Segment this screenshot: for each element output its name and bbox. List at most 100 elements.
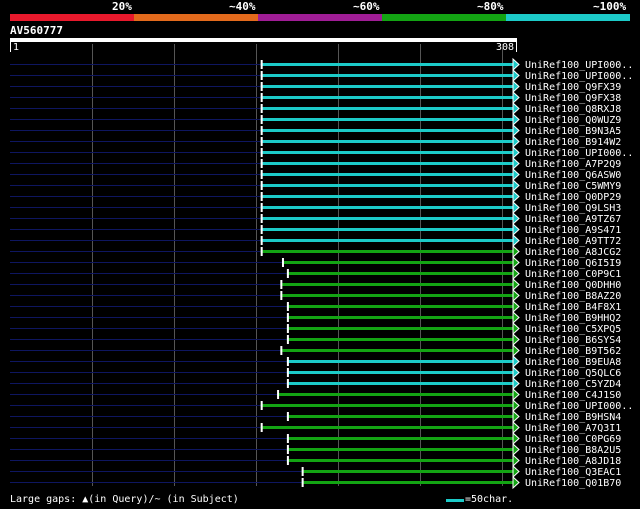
- hit-row[interactable]: UniRef100_UPI000..: [10, 68, 633, 83]
- hit-row[interactable]: UniRef100_Q6I5I9: [10, 255, 621, 270]
- hit-alignment-bar[interactable]: [260, 217, 513, 220]
- hit-label[interactable]: UniRef100_Q9FX39: [525, 82, 621, 93]
- hit-label[interactable]: UniRef100_A9TZ67: [525, 214, 621, 225]
- hit-alignment-bar[interactable]: [286, 316, 513, 319]
- hit-alignment-bar[interactable]: [281, 261, 513, 264]
- hit-alignment-bar[interactable]: [260, 85, 513, 88]
- hit-alignment-bar[interactable]: [301, 470, 513, 473]
- hit-alignment-bar[interactable]: [260, 74, 513, 77]
- hit-row[interactable]: UniRef100_Q9FX39: [10, 79, 621, 94]
- hit-row[interactable]: UniRef100_UPI000..: [10, 57, 633, 72]
- hit-label[interactable]: UniRef100_B8A2U5: [525, 445, 621, 456]
- hit-label[interactable]: UniRef100_Q01B70: [525, 478, 621, 489]
- hit-alignment-bar[interactable]: [260, 404, 513, 407]
- hit-alignment-bar[interactable]: [286, 382, 513, 385]
- hit-row[interactable]: UniRef100_C5YZD4: [10, 376, 621, 391]
- hit-row[interactable]: UniRef100_Q9FX38: [10, 90, 621, 105]
- hit-row[interactable]: UniRef100_Q0DHH0: [10, 277, 621, 292]
- hit-row[interactable]: UniRef100_B8A2U5: [10, 442, 621, 457]
- hit-row[interactable]: UniRef100_Q9LSH3: [10, 200, 621, 215]
- hit-alignment-bar[interactable]: [260, 173, 513, 176]
- hit-label[interactable]: UniRef100_Q6I5I9: [525, 258, 621, 269]
- hit-label[interactable]: UniRef100_A9TT72: [525, 236, 621, 247]
- hit-row[interactable]: UniRef100_A9TZ67: [10, 211, 621, 226]
- hit-label[interactable]: UniRef100_Q3EAC1: [525, 467, 621, 478]
- hit-row[interactable]: UniRef100_UPI000..: [10, 398, 633, 413]
- hit-row[interactable]: UniRef100_B9T562: [10, 343, 621, 358]
- hit-row[interactable]: UniRef100_A9S471: [10, 222, 621, 237]
- hit-alignment-bar[interactable]: [260, 151, 513, 154]
- hit-row[interactable]: UniRef100_C0P9C1: [10, 266, 621, 281]
- hit-label[interactable]: UniRef100_C0P9C1: [525, 269, 621, 280]
- hit-alignment-bar[interactable]: [260, 184, 513, 187]
- hit-label[interactable]: UniRef100_B9EUA8: [525, 357, 621, 368]
- hit-label[interactable]: UniRef100_Q0DHH0: [525, 280, 621, 291]
- hit-label[interactable]: UniRef100_Q9FX38: [525, 93, 621, 104]
- hit-label[interactable]: UniRef100_Q5QLC6: [525, 368, 621, 379]
- hit-alignment-bar[interactable]: [260, 129, 513, 132]
- hit-label[interactable]: UniRef100_UPI000..: [525, 401, 633, 412]
- hit-row[interactable]: UniRef100_C4J1S0: [10, 387, 621, 402]
- hit-label[interactable]: UniRef100_B9HSN4: [525, 412, 621, 423]
- hit-alignment-bar[interactable]: [260, 239, 513, 242]
- hit-row[interactable]: UniRef100_B4F8X1: [10, 299, 621, 314]
- hit-row[interactable]: UniRef100_C5WMY9: [10, 178, 621, 193]
- hit-label[interactable]: UniRef100_Q8RXJ8: [525, 104, 621, 115]
- hit-label[interactable]: UniRef100_A9S471: [525, 225, 621, 236]
- hit-label[interactable]: UniRef100_B9T562: [525, 346, 621, 357]
- hit-alignment-bar[interactable]: [286, 437, 513, 440]
- hit-label[interactable]: UniRef100_C5XPQ5: [525, 324, 621, 335]
- hit-alignment-bar[interactable]: [280, 349, 513, 352]
- hit-alignment-bar[interactable]: [260, 107, 513, 110]
- hit-label[interactable]: UniRef100_C5YZD4: [525, 379, 621, 390]
- hit-row[interactable]: UniRef100_B9HHQ2: [10, 310, 621, 325]
- hit-alignment-bar[interactable]: [286, 371, 513, 374]
- hit-label[interactable]: UniRef100_UPI000..: [525, 71, 633, 82]
- hit-label[interactable]: UniRef100_C0PG69: [525, 434, 621, 445]
- hit-row[interactable]: UniRef100_B6SYS4: [10, 332, 621, 347]
- hit-alignment-bar[interactable]: [301, 481, 513, 484]
- hit-row[interactable]: UniRef100_B8AZ20: [10, 288, 621, 303]
- hit-row[interactable]: UniRef100_A8JD18: [10, 453, 621, 468]
- hit-alignment-bar[interactable]: [260, 96, 513, 99]
- hit-alignment-bar[interactable]: [260, 250, 513, 253]
- hit-row[interactable]: UniRef100_B914W2: [10, 134, 621, 149]
- hit-label[interactable]: UniRef100_Q0WUZ9: [525, 115, 621, 126]
- hit-alignment-bar[interactable]: [286, 360, 513, 363]
- hit-alignment-bar[interactable]: [286, 415, 513, 418]
- hit-label[interactable]: UniRef100_C5WMY9: [525, 181, 621, 192]
- hit-label[interactable]: UniRef100_Q9LSH3: [525, 203, 621, 214]
- hit-label[interactable]: UniRef100_C4J1S0: [525, 390, 621, 401]
- hit-row[interactable]: UniRef100_B9EUA8: [10, 354, 621, 369]
- hit-label[interactable]: UniRef100_A8JCG2: [525, 247, 621, 258]
- hit-row[interactable]: UniRef100_Q0DP29: [10, 189, 621, 204]
- hit-label[interactable]: UniRef100_B914W2: [525, 137, 621, 148]
- hit-row[interactable]: UniRef100_A7P2Q9: [10, 156, 621, 171]
- hit-label[interactable]: UniRef100_Q6ASW0: [525, 170, 621, 181]
- hit-row[interactable]: UniRef100_UPI000..: [10, 145, 633, 160]
- hit-label[interactable]: UniRef100_UPI000..: [525, 148, 633, 159]
- hit-row[interactable]: UniRef100_Q3EAC1: [10, 464, 621, 479]
- hit-row[interactable]: UniRef100_Q5QLC6: [10, 365, 621, 380]
- hit-label[interactable]: UniRef100_B9N3A5: [525, 126, 621, 137]
- hit-row[interactable]: UniRef100_C5XPQ5: [10, 321, 621, 336]
- hit-alignment-bar[interactable]: [260, 162, 513, 165]
- hit-alignment-bar[interactable]: [286, 305, 513, 308]
- hit-label[interactable]: UniRef100_A8JD18: [525, 456, 621, 467]
- hit-alignment-bar[interactable]: [286, 448, 513, 451]
- hit-alignment-bar[interactable]: [280, 283, 513, 286]
- hit-alignment-bar[interactable]: [260, 118, 513, 121]
- hit-alignment-bar[interactable]: [260, 63, 513, 66]
- hit-row[interactable]: UniRef100_A9TT72: [10, 233, 621, 248]
- hit-alignment-bar[interactable]: [260, 228, 513, 231]
- hit-row[interactable]: UniRef100_C0PG69: [10, 431, 621, 446]
- hit-alignment-bar[interactable]: [260, 206, 513, 209]
- hit-alignment-bar[interactable]: [280, 294, 513, 297]
- hit-row[interactable]: UniRef100_Q01B70: [10, 475, 621, 490]
- hit-alignment-bar[interactable]: [260, 426, 513, 429]
- hit-alignment-bar[interactable]: [286, 459, 513, 462]
- hit-label[interactable]: UniRef100_B8AZ20: [525, 291, 621, 302]
- hit-label[interactable]: UniRef100_A7Q3I1: [525, 423, 621, 434]
- hit-row[interactable]: UniRef100_A7Q3I1: [10, 420, 621, 435]
- hit-row[interactable]: UniRef100_A8JCG2: [10, 244, 621, 259]
